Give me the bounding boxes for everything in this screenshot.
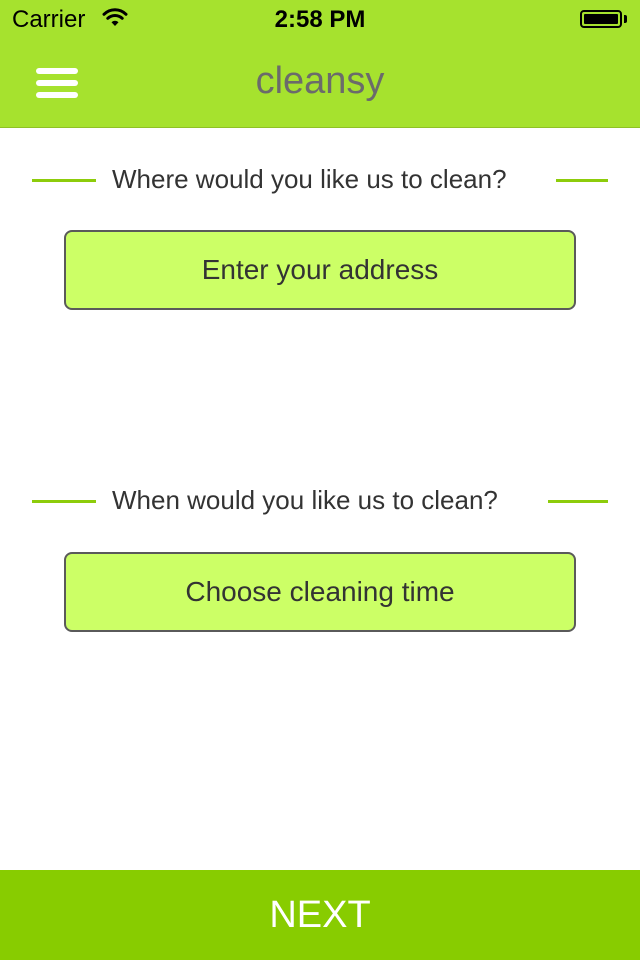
divider-line-right	[556, 179, 608, 182]
status-time: 2:58 PM	[274, 6, 366, 33]
location-section-header: Where would you like us to clean?	[32, 160, 608, 200]
battery-icon	[580, 10, 622, 28]
app-title: cleansy	[255, 60, 385, 102]
time-question: When would you like us to clean?	[112, 485, 498, 515]
time-section-header: When would you like us to clean?	[32, 481, 608, 521]
next-button[interactable]: NEXT	[0, 870, 640, 960]
battery-level	[584, 14, 618, 24]
location-question: Where would you like us to clean?	[112, 164, 507, 194]
battery-cap	[624, 15, 627, 23]
divider-line-right	[548, 500, 608, 503]
enter-address-button[interactable]: Enter your address	[64, 230, 576, 310]
divider-line-left	[32, 500, 96, 503]
choose-time-button[interactable]: Choose cleaning time	[64, 552, 576, 632]
status-bar: Carrier 2:58 PM	[0, 0, 640, 40]
divider-line-left	[32, 179, 96, 182]
app-header: Carrier 2:58 PM cleansy	[0, 0, 640, 128]
